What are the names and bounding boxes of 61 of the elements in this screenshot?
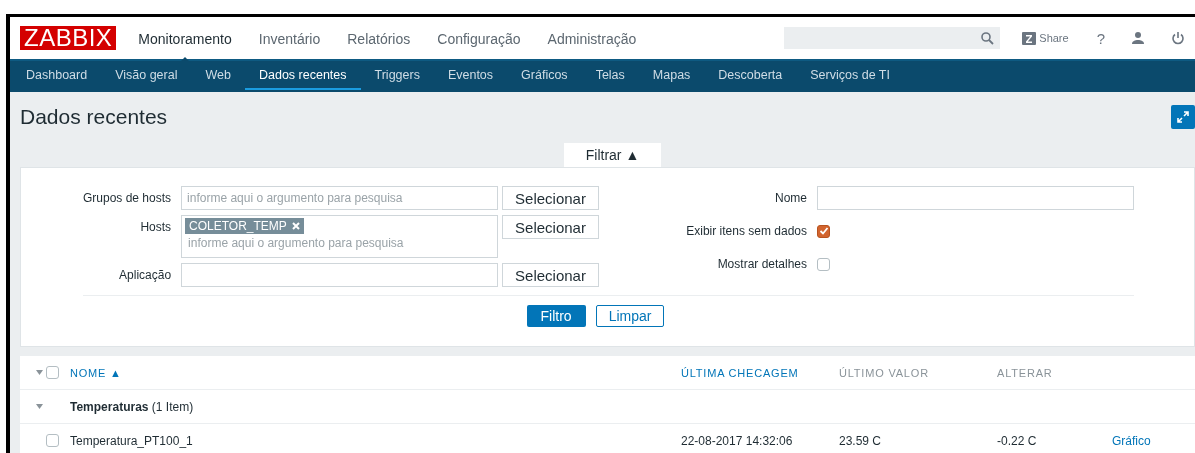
- select-button[interactable]: Selecionar: [502, 263, 599, 287]
- submenu-tab[interactable]: Triggers: [360, 61, 434, 92]
- submenu-tab[interactable]: Visão geral: [101, 61, 192, 92]
- z-icon: [1022, 31, 1037, 45]
- fullscreen-button[interactable]: [1171, 105, 1195, 129]
- page-title: Dados recentes: [20, 105, 168, 129]
- menu-tab[interactable]: Configuração: [437, 30, 521, 47]
- menu-tab[interactable]: Inventário: [258, 30, 321, 47]
- placeholder-text: informe aqui o argumento para pesquisa: [187, 235, 405, 252]
- field-label: Hosts: [140, 219, 172, 236]
- graph-link[interactable]: Gráfico: [1112, 433, 1151, 448]
- filter-button[interactable]: Filtro: [526, 305, 586, 327]
- group-name: Temperaturas (1 Item): [70, 399, 194, 414]
- help-link[interactable]: ?: [1096, 29, 1105, 47]
- search-field[interactable]: [784, 27, 1001, 49]
- column-header[interactable]: NOME ▲: [70, 366, 122, 379]
- menu-tab[interactable]: Administração: [547, 30, 637, 47]
- select-button[interactable]: Selecionar: [502, 186, 599, 210]
- user-icon[interactable]: [1131, 31, 1145, 45]
- submenu-tab[interactable]: Dados recentes: [244, 63, 361, 90]
- logo[interactable]: ZABBIX: [20, 26, 117, 50]
- table-cell-text: Temperatura_PT100_1: [70, 433, 194, 448]
- field-label: Exibir itens sem dados: [686, 223, 807, 240]
- submenu-tab[interactable]: Telas: [581, 61, 639, 92]
- search-icon: [981, 31, 995, 45]
- checkbox[interactable]: [46, 366, 59, 379]
- submenu-tab[interactable]: Descoberta: [704, 61, 797, 92]
- submenu-tab[interactable]: Dashboard: [12, 61, 102, 92]
- filter-tab[interactable]: Filtrar ▲: [563, 143, 662, 167]
- field-label: Mostrar detalhes: [717, 256, 807, 273]
- column-header[interactable]: ÚLTIMA CHECAGEM: [681, 366, 799, 379]
- share-button[interactable]: Share: [1022, 31, 1069, 45]
- name-field[interactable]: [817, 186, 1134, 210]
- submenu-tab[interactable]: Web: [191, 61, 245, 92]
- submenu-tab[interactable]: Mapas: [638, 61, 705, 92]
- expand-icon: [1177, 111, 1189, 123]
- remove-icon[interactable]: [292, 222, 300, 230]
- field-label: Aplicação: [119, 267, 172, 284]
- field-label: Grupos de hosts: [83, 190, 172, 207]
- submenu-tab[interactable]: Serviços de TI: [796, 61, 904, 92]
- text-field[interactable]: informe aqui o argumento para pesquisa: [181, 186, 499, 210]
- power-icon[interactable]: [1171, 31, 1185, 45]
- table-cell-text: 23.59 C: [839, 433, 883, 448]
- table-cell-text: 22-08-2017 14:32:06: [681, 433, 794, 448]
- collapse-icon[interactable]: [36, 404, 43, 409]
- submenu-tab[interactable]: Gráficos: [507, 61, 582, 92]
- collapse-icon[interactable]: [36, 370, 43, 375]
- reset-button[interactable]: Limpar: [595, 305, 665, 327]
- submenu-tab[interactable]: Eventos: [433, 61, 508, 92]
- text-field[interactable]: [181, 263, 499, 287]
- column-header: ALTERAR: [997, 366, 1053, 379]
- table-cell-text: -0.22 C: [997, 433, 1038, 448]
- field-label: Nome: [775, 190, 807, 207]
- checkbox[interactable]: [817, 224, 830, 238]
- checkbox[interactable]: [46, 434, 59, 447]
- menu-tab[interactable]: Monitoramento: [138, 30, 232, 47]
- host-tag: COLETOR_TEMP: [185, 218, 304, 234]
- menu-tab[interactable]: Relatórios: [347, 30, 411, 47]
- checkbox[interactable]: [817, 257, 830, 271]
- column-header: ÚLTIMO VALOR: [839, 366, 929, 379]
- select-button[interactable]: Selecionar: [502, 215, 599, 239]
